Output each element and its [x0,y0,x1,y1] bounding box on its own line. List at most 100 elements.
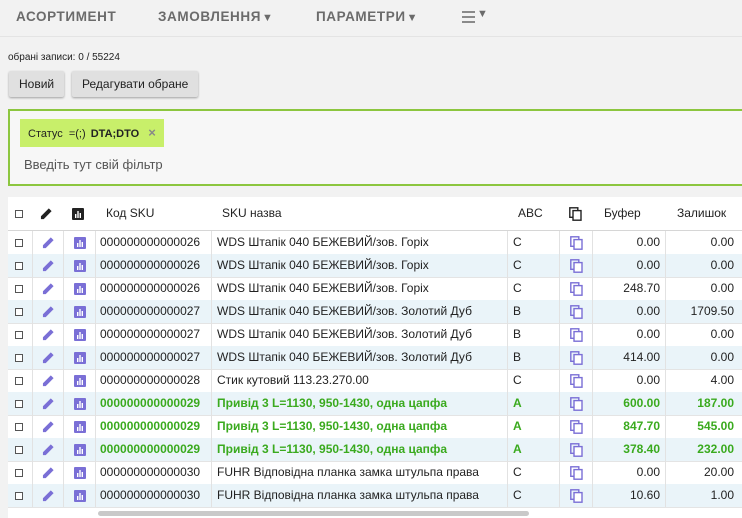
pencil-icon[interactable] [32,231,64,254]
sku-code-cell: 000000000000030 [95,461,216,484]
row-checkbox[interactable] [15,438,33,461]
horizontal-scrollbar[interactable] [98,511,529,516]
table-row[interactable]: 000000000000029 Привід 3 L=1130, 950-1430… [8,438,742,462]
row-checkbox[interactable] [15,392,33,415]
chart-icon[interactable] [63,254,96,277]
nav-orders-label: ЗАМОВЛЕННЯ [158,9,262,24]
copy-icon[interactable] [559,277,593,300]
column-header-sku-code[interactable]: Код SKU [106,197,154,230]
table-row[interactable]: 000000000000026 WDS Штапік 040 БЕЖЕВИЙ/зо… [8,231,742,255]
sku-code-cell: 000000000000029 [95,392,216,415]
sku-code-cell: 000000000000026 [95,231,216,254]
new-button[interactable]: Новий [9,71,65,97]
chart-icon[interactable] [63,369,96,392]
sku-code-cell: 000000000000027 [95,346,216,369]
copy-icon[interactable] [559,323,593,346]
column-header-buffer[interactable]: Буфер [604,197,641,230]
chart-icon[interactable] [63,323,96,346]
row-checkbox[interactable] [15,323,33,346]
pencil-icon[interactable] [32,254,64,277]
copy-icon[interactable] [559,369,593,392]
pencil-icon[interactable] [32,484,64,507]
hamburger-icon [462,11,475,26]
copy-icon[interactable] [559,392,593,415]
pencil-icon[interactable] [32,277,64,300]
table-row[interactable]: 000000000000026 WDS Штапік 040 БЕЖЕВИЙ/зо… [8,277,742,301]
table-row[interactable]: 000000000000026 WDS Штапік 040 БЕЖЕВИЙ/зо… [8,254,742,278]
buffer-cell: 414.00 [592,346,666,369]
copy-icon[interactable] [559,484,593,507]
stock-cell: 0.00 [665,277,741,300]
table-row[interactable]: 000000000000029 Привід 3 L=1130, 950-1430… [8,392,742,416]
pencil-icon[interactable] [32,346,64,369]
filter-chip[interactable]: Статус =(;) DTA;DTO × [20,119,164,147]
copy-icon[interactable] [559,415,593,438]
sku-code-cell: 000000000000027 [95,300,216,323]
pencil-icon[interactable] [32,415,64,438]
pencil-icon[interactable] [32,369,64,392]
edit-selected-button[interactable]: Редагувати обране [72,71,199,97]
chart-icon[interactable] [63,484,96,507]
close-icon[interactable]: × [148,125,156,140]
column-header-abc[interactable]: ABC [518,197,543,230]
buffer-cell: 0.00 [592,231,666,254]
chart-icon[interactable] [63,231,96,254]
chart-icon[interactable] [63,461,96,484]
pencil-icon[interactable] [32,392,64,415]
copy-icon[interactable] [559,254,593,277]
pencil-icon[interactable] [32,323,64,346]
row-checkbox[interactable] [15,254,33,277]
sku-name-cell: WDS Штапік 040 БЕЖЕВИЙ/зов. Золотий Дуб [211,323,511,346]
table-row[interactable]: 000000000000027 WDS Штапік 040 БЕЖЕВИЙ/зо… [8,300,742,324]
chart-icon[interactable] [63,415,96,438]
filter-input[interactable]: Введіть тут свій фільтр [24,157,163,172]
nav-assortment[interactable]: АСОРТИМЕНТ [16,9,116,24]
table-row[interactable]: 000000000000028 Стик кутовий 113.23.270.0… [8,369,742,393]
table-row[interactable]: 000000000000030 FUHR Відповідна планка за… [8,461,742,485]
row-checkbox[interactable] [15,369,33,392]
chart-icon[interactable] [63,392,96,415]
row-checkbox[interactable] [15,415,33,438]
abc-cell: C [507,369,565,392]
row-checkbox[interactable] [15,231,33,254]
nav-parameters[interactable]: ПАРАМЕТРИ▼ [316,9,418,24]
table-row[interactable]: 000000000000027 WDS Штапік 040 БЕЖЕВИЙ/зо… [8,323,742,347]
sku-name-cell: WDS Штапік 040 БЕЖЕВИЙ/зов. Горіх [211,277,511,300]
abc-cell: C [507,277,565,300]
sku-name-cell: FUHR Відповідна планка замка штульпа пра… [211,461,511,484]
column-header-stock[interactable]: Залишок [677,197,726,230]
copy-icon[interactable] [559,461,593,484]
buffer-cell: 0.00 [592,254,666,277]
filter-chip-operator: =(;) [68,128,86,140]
table-row[interactable]: 000000000000030 FUHR Відповідна планка за… [8,484,742,508]
copy-icon[interactable] [559,438,593,461]
select-all-checkbox[interactable] [15,197,23,230]
pencil-icon [40,197,53,230]
copy-icon[interactable] [559,231,593,254]
copy-icon[interactable] [559,300,593,323]
chart-icon[interactable] [63,346,96,369]
table-row[interactable]: 000000000000027 WDS Штапік 040 БЕЖЕВИЙ/зо… [8,346,742,370]
abc-cell: A [507,415,565,438]
row-checkbox[interactable] [15,461,33,484]
row-checkbox[interactable] [15,300,33,323]
chart-icon[interactable] [63,300,96,323]
pencil-icon[interactable] [32,461,64,484]
sku-name-cell: WDS Штапік 040 БЕЖЕВИЙ/зов. Горіх [211,231,511,254]
nav-orders[interactable]: ЗАМОВЛЕННЯ▼ [158,9,274,24]
hamburger-menu-button[interactable]: ▼ [462,8,492,26]
chart-icon[interactable] [63,277,96,300]
row-checkbox[interactable] [15,277,33,300]
abc-cell: B [507,346,565,369]
sku-code-cell: 000000000000029 [95,438,216,461]
chart-icon[interactable] [63,438,96,461]
copy-icon[interactable] [559,346,593,369]
row-checkbox[interactable] [15,346,33,369]
row-checkbox[interactable] [15,484,33,507]
column-header-sku-name[interactable]: SKU назва [222,197,282,230]
pencil-icon[interactable] [32,438,64,461]
data-grid: Код SKU SKU назва ABC Буфер Залишок 0000… [8,197,742,518]
table-row[interactable]: 000000000000029 Привід 3 L=1130, 950-1430… [8,415,742,439]
sku-code-cell: 000000000000026 [95,277,216,300]
pencil-icon[interactable] [32,300,64,323]
